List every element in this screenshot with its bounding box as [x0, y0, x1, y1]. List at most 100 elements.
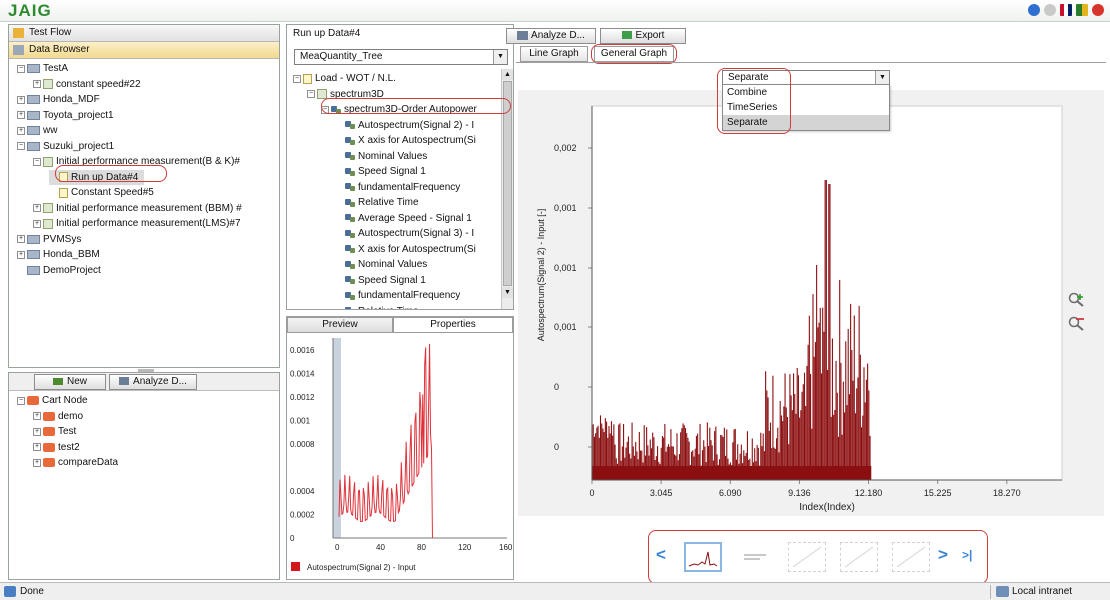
expand-icon[interactable]: +: [33, 80, 41, 88]
collapse-icon[interactable]: −: [17, 396, 25, 405]
expand-icon[interactable]: +: [33, 458, 41, 467]
tree-item[interactable]: Relative Time: [335, 195, 419, 210]
thumbnail-2[interactable]: [736, 542, 774, 572]
folder-icon: [27, 234, 40, 244]
preview-x-tick-label: 80: [417, 543, 426, 552]
tree-item[interactable]: + Initial performance measurement (BBM) #: [33, 201, 242, 216]
tree-item[interactable]: + compareData: [33, 455, 118, 470]
main-y-tick-label: 0: [554, 382, 559, 392]
preview-x-tick-label: 40: [376, 543, 385, 552]
tree-item[interactable]: + constant speed#22: [33, 77, 141, 92]
tree-item[interactable]: + Honda_MDF: [17, 92, 100, 107]
chart-color-icon[interactable]: [1076, 4, 1088, 16]
tree-item[interactable]: fundamentalFrequency: [335, 288, 460, 303]
settings-icon[interactable]: [1044, 4, 1056, 16]
tree-item[interactable]: X axis for Autospectrum(Si: [335, 133, 476, 148]
tree-item[interactable]: Constant Speed#5: [49, 185, 154, 200]
expand-icon[interactable]: +: [17, 250, 25, 259]
folder-icon: [27, 110, 40, 120]
thumbnail-5[interactable]: [892, 542, 930, 572]
thumb-prev-button[interactable]: <: [656, 545, 666, 565]
tree-item[interactable]: DemoProject: [17, 263, 101, 278]
preview-y-tick-label: 0.001: [290, 416, 311, 425]
collapse-icon[interactable]: −: [33, 157, 41, 166]
main-y-tick-label: 0,001: [554, 203, 577, 213]
new-button[interactable]: New: [34, 374, 106, 390]
tree-item[interactable]: Nominal Values: [335, 149, 427, 164]
tree-item[interactable]: X axis for Autospectrum(Si: [335, 242, 476, 257]
tab-line-graph[interactable]: Line Graph: [520, 46, 588, 62]
folder-icon: [27, 95, 40, 104]
tree-item[interactable]: fundamentalFrequency: [335, 180, 460, 195]
tree-item[interactable]: + Initial performance measurement(LMS)#7: [33, 216, 241, 231]
collapse-icon[interactable]: −: [17, 142, 25, 150]
tab-preview[interactable]: Preview: [287, 317, 393, 333]
test-flow-icon: [13, 28, 24, 38]
main-chart-base-fill: [592, 466, 872, 480]
preview-y-tick-label: 0.0014: [290, 369, 315, 378]
expand-icon[interactable]: +: [17, 111, 25, 119]
zoom-out-icon[interactable]: [1068, 316, 1086, 332]
analyze-data-button[interactable]: Analyze D...: [506, 28, 596, 44]
collapse-icon[interactable]: −: [17, 64, 25, 73]
expand-icon[interactable]: +: [33, 204, 41, 212]
tree-item[interactable]: + ww: [17, 123, 57, 138]
tree-item-label: Cart Node: [42, 395, 88, 406]
language-flag-icon[interactable]: [1060, 4, 1072, 16]
tab-properties[interactable]: Properties: [393, 317, 513, 333]
tree-item[interactable]: Average Speed - Signal 1: [335, 211, 472, 226]
tree-item[interactable]: Speed Signal 1: [335, 273, 426, 288]
tree-item-label: compareData: [58, 457, 119, 468]
expand-icon[interactable]: +: [33, 427, 41, 436]
thumbnail-3[interactable]: [788, 542, 826, 572]
scroll-up-icon[interactable]: ▲: [502, 69, 513, 80]
expand-icon[interactable]: +: [17, 95, 25, 104]
thumb-next-button[interactable]: >: [938, 545, 948, 565]
tree-item-label: PVMSys: [43, 233, 82, 245]
thumb-last-button[interactable]: >|: [962, 548, 972, 562]
tree-item-label: Honda_MDF: [43, 94, 100, 105]
tree-item[interactable]: + Test: [33, 424, 76, 439]
tree-item[interactable]: + Toyota_project1: [17, 108, 114, 123]
tree-item[interactable]: Speed Signal 1: [335, 164, 426, 179]
tree-item[interactable]: + Honda_BBM: [17, 247, 100, 262]
tree-item[interactable]: − Load - WOT / N.L.: [293, 71, 396, 86]
tree-item-label: Nominal Values: [358, 150, 428, 162]
data-browser-header[interactable]: Data Browser: [9, 42, 279, 59]
tree-item-label: Honda_BBM: [43, 249, 100, 260]
highlight-run-up-data: [55, 165, 167, 182]
tree-item[interactable]: − TestA: [17, 61, 68, 76]
expand-icon[interactable]: +: [17, 235, 25, 243]
zoom-in-icon[interactable]: [1068, 292, 1086, 308]
thumbnail-4[interactable]: [840, 542, 878, 572]
tree-item[interactable]: − Suzuki_project1: [17, 139, 114, 154]
quantity-tree-select[interactable]: MeaQuantity_Tree ▼: [294, 49, 508, 65]
tree-item[interactable]: + test2: [33, 440, 80, 455]
tree-item[interactable]: Autospectrum(Signal 2) - I: [335, 118, 474, 133]
tree-item[interactable]: Nominal Values: [335, 257, 427, 272]
tree-item[interactable]: + demo: [33, 409, 83, 424]
tree-item-label: test2: [58, 441, 80, 453]
folder-icon: [27, 64, 40, 73]
expand-icon[interactable]: +: [33, 412, 41, 420]
tree-item[interactable]: Relative Time: [335, 304, 419, 309]
scroll-down-icon[interactable]: ▼: [502, 287, 513, 298]
expand-icon[interactable]: +: [33, 443, 41, 451]
document-icon: [43, 79, 53, 89]
cart-icon: [43, 427, 55, 436]
folder-icon: [27, 141, 40, 151]
test-flow-header[interactable]: Test Flow: [9, 25, 279, 42]
collapse-icon[interactable]: −: [293, 74, 301, 83]
analyze-data-button-left[interactable]: Analyze D...: [109, 374, 197, 390]
main-x-tick-label: 9.136: [788, 488, 811, 498]
help-icon[interactable]: [1028, 4, 1040, 16]
export-button[interactable]: Export: [600, 28, 686, 44]
thumbnail-1[interactable]: [684, 542, 722, 572]
collapse-icon[interactable]: −: [307, 90, 315, 98]
expand-icon[interactable]: +: [17, 126, 25, 135]
tree-item[interactable]: + PVMSys: [17, 232, 81, 247]
tree-item[interactable]: − Cart Node: [17, 393, 88, 408]
power-icon[interactable]: [1092, 4, 1104, 16]
tree-item[interactable]: Autospectrum(Signal 3) - I: [335, 226, 474, 241]
expand-icon[interactable]: +: [33, 219, 41, 228]
